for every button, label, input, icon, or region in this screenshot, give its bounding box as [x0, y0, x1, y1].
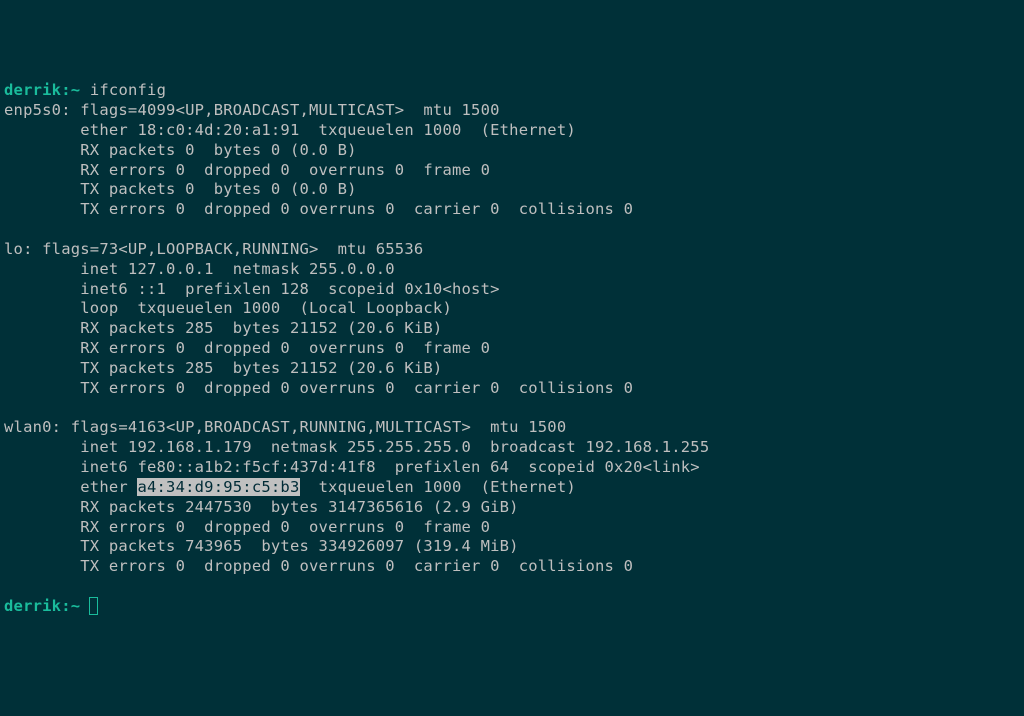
prompt-sep: :: [61, 81, 71, 99]
prompt-line-1: derrik:~ ifconfig: [4, 81, 166, 99]
enp5s0-tx-packets: TX packets 0 bytes 0 (0.0 B): [4, 180, 357, 198]
wlan0-mac-highlight[interactable]: a4:34:d9:95:c5:b3: [137, 478, 299, 496]
command: ifconfig: [90, 81, 166, 99]
enp5s0-header: enp5s0: flags=4099<UP,BROADCAST,MULTICAS…: [4, 101, 500, 119]
wlan0-header: wlan0: flags=4163<UP,BROADCAST,RUNNING,M…: [4, 418, 566, 436]
prompt-user: derrik: [4, 81, 61, 99]
lo-header: lo: flags=73<UP,LOOPBACK,RUNNING> mtu 65…: [4, 240, 423, 258]
prompt-line-2: derrik:~: [4, 597, 98, 615]
cursor-icon[interactable]: [89, 597, 98, 615]
lo-loop: loop txqueuelen 1000 (Local Loopback): [4, 299, 452, 317]
lo-tx-errors: TX errors 0 dropped 0 overruns 0 carrier…: [4, 379, 633, 397]
wlan0-ether-post: txqueuelen 1000 (Ethernet): [300, 478, 576, 496]
wlan0-ether-line: ether a4:34:d9:95:c5:b3 txqueuelen 1000 …: [4, 478, 576, 496]
wlan0-tx-errors: TX errors 0 dropped 0 overruns 0 carrier…: [4, 557, 633, 575]
lo-inet6: inet6 ::1 prefixlen 128 scopeid 0x10<hos…: [4, 280, 500, 298]
wlan0-rx-packets: RX packets 2447530 bytes 3147365616 (2.9…: [4, 498, 519, 516]
prompt-user: derrik: [4, 597, 61, 615]
lo-inet: inet 127.0.0.1 netmask 255.0.0.0: [4, 260, 395, 278]
wlan0-inet6: inet6 fe80::a1b2:f5cf:437d:41f8 prefixle…: [4, 458, 700, 476]
lo-rx-errors: RX errors 0 dropped 0 overruns 0 frame 0: [4, 339, 490, 357]
enp5s0-rx-errors: RX errors 0 dropped 0 overruns 0 frame 0: [4, 161, 490, 179]
terminal[interactable]: derrik:~ ifconfig enp5s0: flags=4099<UP,…: [4, 81, 1020, 616]
wlan0-rx-errors: RX errors 0 dropped 0 overruns 0 frame 0: [4, 518, 490, 536]
lo-rx-packets: RX packets 285 bytes 21152 (20.6 KiB): [4, 319, 442, 337]
enp5s0-tx-errors: TX errors 0 dropped 0 overruns 0 carrier…: [4, 200, 633, 218]
wlan0-ether-pre: ether: [4, 478, 137, 496]
prompt-sep: :: [61, 597, 71, 615]
wlan0-inet: inet 192.168.1.179 netmask 255.255.255.0…: [4, 438, 709, 456]
wlan0-tx-packets: TX packets 743965 bytes 334926097 (319.4…: [4, 537, 519, 555]
prompt-path: ~: [71, 81, 81, 99]
enp5s0-rx-packets: RX packets 0 bytes 0 (0.0 B): [4, 141, 357, 159]
prompt-path: ~: [71, 597, 81, 615]
prompt-end: [80, 81, 90, 99]
enp5s0-ether: ether 18:c0:4d:20:a1:91 txqueuelen 1000 …: [4, 121, 576, 139]
lo-tx-packets: TX packets 285 bytes 21152 (20.6 KiB): [4, 359, 442, 377]
